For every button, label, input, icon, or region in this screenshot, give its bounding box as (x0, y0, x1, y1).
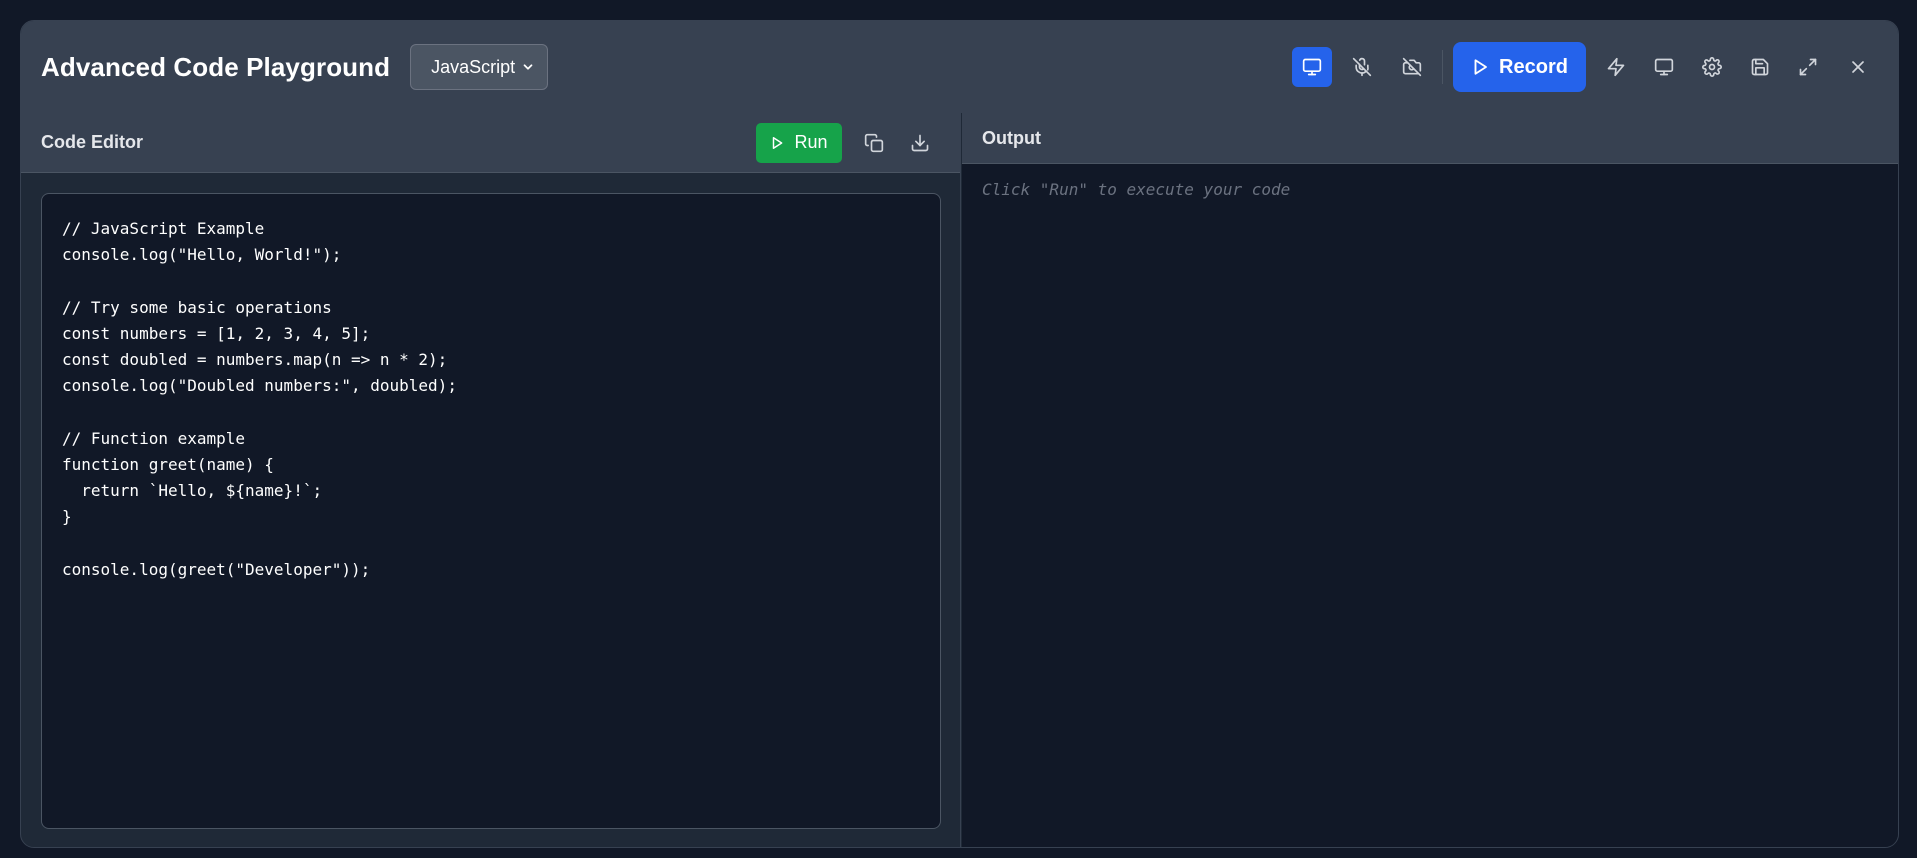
language-select[interactable]: JavaScript (410, 44, 549, 90)
copy-code-button[interactable] (854, 123, 894, 163)
run-button-label: Run (794, 132, 828, 152)
camera-toggle-button[interactable] (1392, 47, 1432, 87)
copy-icon (864, 133, 884, 152)
record-button-label: Record (1499, 55, 1568, 78)
page-title: Advanced Code Playground (41, 51, 391, 82)
run-button[interactable]: Run (756, 122, 842, 163)
settings-button[interactable] (1692, 47, 1732, 87)
screen-share-toggle-button[interactable] (1292, 47, 1332, 87)
header-bar: Advanced Code Playground JavaScript Reco… (21, 21, 1898, 113)
close-button[interactable] (1838, 47, 1878, 87)
header-toolbar: Record (1292, 21, 1878, 113)
download-code-button[interactable] (900, 123, 940, 163)
display-button[interactable] (1644, 47, 1684, 87)
download-icon (911, 134, 929, 151)
camera-off-icon (1402, 57, 1422, 77)
maximize-icon (1799, 58, 1817, 76)
editor-actions: Run (756, 122, 940, 163)
output-panel: Output Click "Run" to execute your code (962, 113, 1898, 847)
code-editor-panel: Code Editor Run // JavaScript Example co… (21, 113, 961, 847)
toolbar-divider (1442, 50, 1443, 84)
mic-off-icon (1352, 57, 1372, 77)
monitor-icon (1654, 58, 1674, 76)
play-icon (1474, 59, 1487, 75)
play-icon (773, 136, 783, 149)
fullscreen-button[interactable] (1788, 47, 1828, 87)
record-button[interactable]: Record (1453, 42, 1586, 92)
playground-window: Advanced Code Playground JavaScript Reco… (20, 20, 1899, 848)
close-icon (1852, 61, 1864, 73)
code-editor-textarea[interactable]: // JavaScript Example console.log("Hello… (41, 193, 941, 829)
quick-action-button[interactable] (1596, 47, 1636, 87)
zap-icon (1607, 57, 1625, 77)
chevron-down-icon (523, 64, 533, 70)
output-title: Output (982, 127, 1041, 148)
code-editor-title: Code Editor (41, 132, 143, 152)
save-button[interactable] (1740, 47, 1780, 87)
monitor-icon (1302, 58, 1322, 76)
code-editor-header: Code Editor Run (21, 113, 960, 173)
gear-icon (1702, 57, 1722, 77)
microphone-toggle-button[interactable] (1342, 47, 1382, 87)
language-select-value: JavaScript (431, 56, 516, 77)
save-icon (1751, 58, 1769, 76)
output-placeholder: Click "Run" to execute your code (982, 180, 1291, 199)
output-header: Output (962, 113, 1898, 164)
